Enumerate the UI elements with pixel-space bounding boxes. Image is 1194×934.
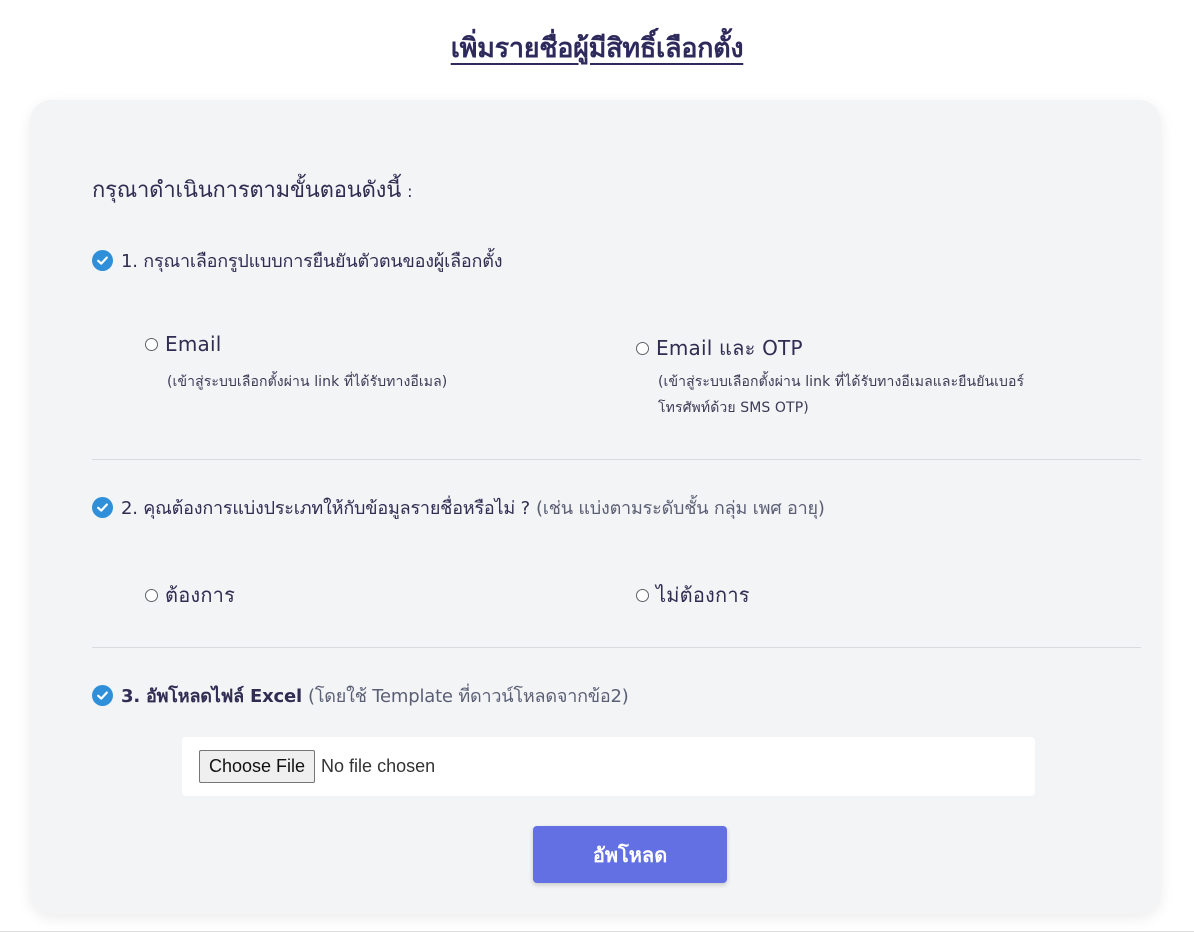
choose-file-button[interactable]: Choose File <box>199 750 316 783</box>
instructions-colon: : <box>407 182 413 201</box>
category-option-yes[interactable]: ต้องการ <box>145 579 235 611</box>
voter-upload-card: กรุณาดำเนินการตามขั้นตอนดังนี้: 1. กรุณา… <box>30 100 1161 914</box>
step-1-label: 1. กรุณาเลือกรูปแบบการยืนยันตัวตนของผู้เ… <box>121 251 503 272</box>
email-otp-description-line-1: (เข้าสู่ระบบเลือกตั้งผ่าน link ที่ได้รับ… <box>658 374 1025 390</box>
step-2-heading: 2. คุณต้องการแบ่งประเภทให้กับข้อมูลรายชื… <box>92 493 825 522</box>
step-2-label: 2. คุณต้องการแบ่งประเภทให้กับข้อมูลรายชื… <box>121 498 530 519</box>
step-2-hint: (เช่น แบ่งตามระดับชั้น กลุ่ม เพศ อายุ) <box>535 498 825 519</box>
divider <box>92 647 1141 648</box>
category-option-no[interactable]: ไม่ต้องการ <box>636 579 750 611</box>
check-circle-icon <box>92 497 113 518</box>
email-otp-option-label[interactable]: Email และ OTP <box>656 332 803 364</box>
step-1-heading: 1. กรุณาเลือกรูปแบบการยืนยันตัวตนของผู้เ… <box>92 246 502 275</box>
category-no-radio[interactable] <box>636 588 649 602</box>
category-yes-radio[interactable] <box>145 588 158 602</box>
email-otp-description-line-2: โทรศัพท์ด้วย SMS OTP) <box>658 400 809 416</box>
file-upload-field[interactable]: Choose File No file chosen <box>182 737 1035 796</box>
auth-option-email-otp[interactable]: Email และ OTP <box>636 332 803 364</box>
instructions-heading: กรุณาดำเนินการตามขั้นตอนดังนี้: <box>92 172 412 207</box>
page-title: เพิ่มรายชื่อผู้มีสิทธิ์เลือกตั้ง <box>450 33 744 64</box>
file-status-text: No file chosen <box>321 756 436 776</box>
check-circle-icon <box>92 250 113 271</box>
divider <box>92 459 1141 460</box>
check-circle-icon <box>92 685 113 706</box>
step-3-hint: (โดยใช้ Template ที่ดาวน์โหลดจากข้อ2) <box>308 686 629 707</box>
step-3-label: 3. อัพโหลดไฟล์ Excel <box>121 686 303 707</box>
instructions-text: กรุณาดำเนินการตามขั้นตอนดังนี้ <box>92 178 402 203</box>
step-3-heading: 3. อัพโหลดไฟล์ Excel (โดยใช้ Template ที… <box>92 681 629 710</box>
email-option-description: (เข้าสู่ระบบเลือกตั้งผ่าน link ที่ได้รับ… <box>167 374 448 390</box>
category-no-label[interactable]: ไม่ต้องการ <box>656 579 750 611</box>
email-otp-option-description: (เข้าสู่ระบบเลือกตั้งผ่าน link ที่ได้รับ… <box>658 369 1024 421</box>
category-yes-label[interactable]: ต้องการ <box>165 579 235 611</box>
footer-divider <box>0 931 1194 932</box>
email-option-label[interactable]: Email <box>165 332 222 356</box>
email-radio[interactable] <box>145 337 158 351</box>
email-otp-radio[interactable] <box>636 341 649 355</box>
auth-option-email[interactable]: Email <box>145 332 222 356</box>
upload-button[interactable]: อัพโหลด <box>533 826 727 883</box>
